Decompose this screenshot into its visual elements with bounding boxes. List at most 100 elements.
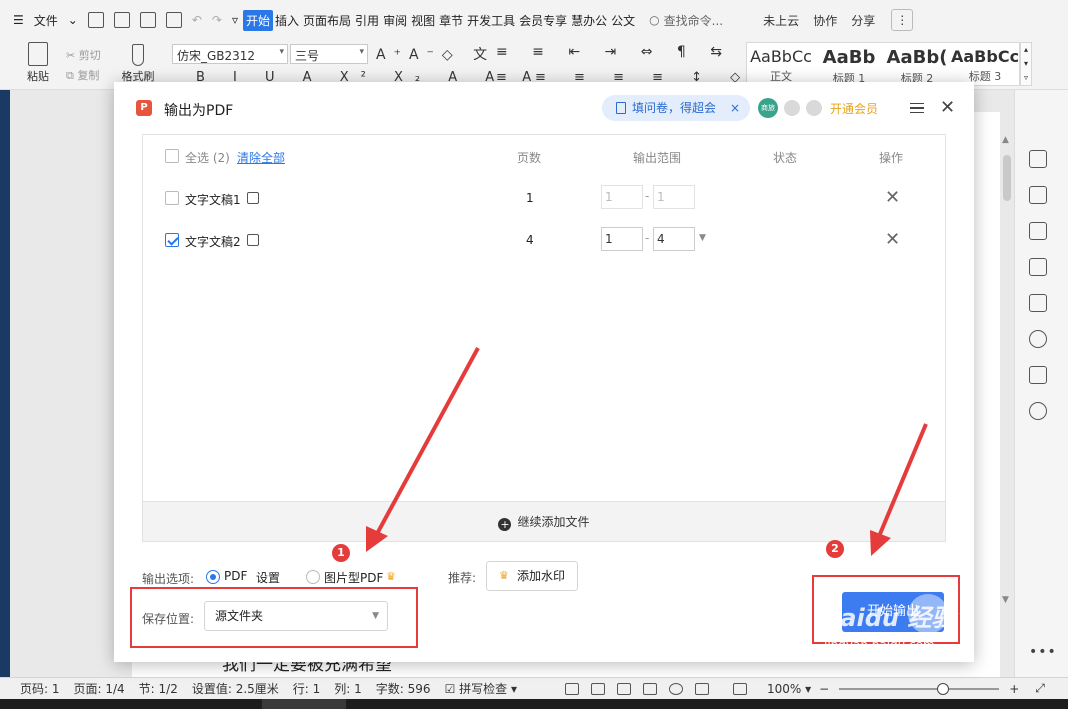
- file-menu[interactable]: 文件: [29, 12, 63, 29]
- help-icon[interactable]: [1029, 402, 1047, 420]
- image-pdf-label[interactable]: 图片型PDF: [324, 569, 383, 586]
- settings-sliders-icon[interactable]: [1029, 258, 1047, 276]
- promo-close-icon[interactable]: ×: [730, 95, 740, 121]
- vip-link[interactable]: 开通会员: [830, 100, 878, 117]
- read-view-icon[interactable]: [643, 682, 657, 695]
- scroll-down-icon[interactable]: ▼: [1002, 595, 1009, 605]
- eye-icon[interactable]: [565, 682, 579, 695]
- zoom-level[interactable]: 100% ▾: [767, 682, 811, 696]
- add-more-files-button[interactable]: + 继续添加文件: [143, 501, 945, 541]
- settings-link[interactable]: 设置: [256, 569, 280, 586]
- style-heading-1[interactable]: AaBb 标题 1: [815, 43, 883, 85]
- image-icon[interactable]: [1029, 294, 1047, 312]
- command-search[interactable]: ○ 查找命令...: [649, 12, 749, 29]
- customize-icon[interactable]: ▿: [227, 13, 243, 27]
- select-all-checkbox[interactable]: [165, 149, 179, 163]
- remove-file-icon[interactable]: ✕: [885, 187, 900, 208]
- promo-banner[interactable]: 填问卷，得超会 ×: [602, 95, 750, 121]
- edit-icon[interactable]: [247, 234, 259, 246]
- share-button[interactable]: 分享: [851, 12, 875, 29]
- copy-button[interactable]: ⧉ 复制: [66, 66, 101, 86]
- vertical-scrollbar[interactable]: ▲ ▼: [1000, 135, 1013, 655]
- menu-icon[interactable]: ☰: [8, 13, 29, 27]
- format-brush-button[interactable]: 格式刷: [120, 44, 156, 84]
- cursor-icon[interactable]: [1029, 222, 1047, 240]
- zoom-slider[interactable]: [839, 682, 1000, 695]
- tab-insert[interactable]: 插入: [273, 12, 301, 29]
- font-size-select[interactable]: 三号: [290, 44, 368, 64]
- zoom-in-icon[interactable]: +: [1009, 682, 1019, 696]
- font-size-controls[interactable]: A⁺A⁻◇ 文: [376, 44, 495, 64]
- tab-home[interactable]: 开始: [243, 9, 274, 31]
- add-watermark-button[interactable]: ♛ 添加水印: [486, 561, 578, 591]
- book-search-icon[interactable]: [1029, 366, 1047, 384]
- style-heading-2[interactable]: AaBb( 标题 2: [883, 43, 951, 85]
- export-icon[interactable]: [113, 12, 130, 28]
- rocket-icon[interactable]: [1029, 150, 1047, 168]
- cloud-status[interactable]: 未上云: [763, 12, 799, 29]
- tab-official[interactable]: 公文: [609, 12, 637, 29]
- pdf-option-label[interactable]: PDF: [224, 569, 247, 583]
- tab-developer[interactable]: 开发工具: [465, 12, 517, 29]
- web-view-icon[interactable]: [669, 682, 683, 695]
- cut-button[interactable]: ✂ 剪切: [66, 46, 101, 66]
- style-gallery-scroll[interactable]: ▴ ▾ ▿: [1020, 42, 1032, 86]
- pdf-radio[interactable]: [206, 570, 220, 584]
- lightning-icon[interactable]: [1029, 330, 1047, 348]
- tab-review[interactable]: 审阅: [381, 12, 409, 29]
- select-all-label[interactable]: 全选 (2): [185, 149, 230, 166]
- range-from-input[interactable]: 1: [601, 185, 643, 209]
- write-view-icon[interactable]: [695, 682, 709, 695]
- status-section[interactable]: 节: 1/2: [139, 680, 178, 697]
- preview-icon[interactable]: [165, 12, 182, 28]
- paragraph-controls[interactable]: ≡ ≡ ⇤ ⇥ ⇔ ¶ ⇆: [496, 44, 732, 60]
- redo-icon[interactable]: ↷: [207, 13, 227, 27]
- range-to-input[interactable]: 4: [653, 227, 695, 251]
- tab-view[interactable]: 视图: [409, 12, 437, 29]
- hamburger-menu-icon[interactable]: [910, 98, 924, 118]
- outline-view-icon[interactable]: [617, 682, 631, 695]
- scroll-up-icon[interactable]: ▲: [1002, 135, 1009, 145]
- tab-smart-office[interactable]: 慧办公: [569, 12, 609, 29]
- more-icon[interactable]: •••: [1029, 644, 1057, 660]
- collab-button[interactable]: 协作: [813, 12, 837, 29]
- style-normal[interactable]: AaBbCc 正文: [747, 43, 815, 85]
- status-page[interactable]: 页面: 1/4: [74, 680, 125, 697]
- page-view-icon[interactable]: [591, 682, 605, 695]
- range-to-input[interactable]: 1: [653, 185, 695, 209]
- tab-chapter[interactable]: 章节: [437, 12, 465, 29]
- undo-icon[interactable]: ↶: [187, 13, 207, 27]
- clear-all-link[interactable]: 清除全部: [237, 149, 285, 166]
- taskbar-active-app[interactable]: [262, 699, 346, 709]
- style-gallery[interactable]: AaBbCc 正文 AaBb 标题 1 AaBb( 标题 2 AaBbCc 标题…: [746, 42, 1020, 86]
- file-checkbox[interactable]: [165, 233, 179, 247]
- status-page-code[interactable]: 页码: 1: [20, 680, 60, 697]
- fullscreen-icon[interactable]: ⤢: [1035, 681, 1045, 696]
- file-checkbox[interactable]: [165, 191, 179, 205]
- zoom-out-icon[interactable]: −: [819, 682, 829, 696]
- spell-check[interactable]: ☑ 拼写检查 ▾: [445, 680, 517, 697]
- edit-icon[interactable]: [247, 192, 259, 204]
- style-heading-3[interactable]: AaBbCc 标题 3: [951, 43, 1019, 85]
- more-options-icon[interactable]: ⋮: [891, 9, 914, 31]
- save-icon[interactable]: [87, 12, 104, 28]
- range-dropdown-icon[interactable]: ▼: [699, 233, 706, 243]
- range-from-input[interactable]: 1: [601, 227, 643, 251]
- dialog-close-icon[interactable]: ✕: [940, 98, 955, 118]
- print-icon[interactable]: [139, 12, 156, 28]
- chevron-down-icon[interactable]: ⌄: [63, 13, 83, 27]
- remove-file-icon[interactable]: ✕: [885, 229, 900, 250]
- font-name-select[interactable]: 仿宋_GB2312: [172, 44, 288, 64]
- fit-page-icon[interactable]: [733, 682, 747, 695]
- zoom-slider-knob[interactable]: [937, 682, 950, 695]
- avatar[interactable]: 商旅: [758, 98, 778, 118]
- tab-references[interactable]: 引用: [353, 12, 381, 29]
- tab-member[interactable]: 会员专享: [517, 12, 569, 29]
- pen-icon[interactable]: [1029, 186, 1047, 204]
- image-pdf-radio[interactable]: [306, 570, 320, 584]
- tab-layout[interactable]: 页面布局: [301, 12, 353, 29]
- status-setting[interactable]: 设置值: 2.5厘米: [192, 680, 279, 697]
- scroll-thumb[interactable]: [1003, 155, 1011, 201]
- status-words[interactable]: 字数: 596: [376, 680, 431, 697]
- paste-button[interactable]: 粘贴: [22, 42, 54, 84]
